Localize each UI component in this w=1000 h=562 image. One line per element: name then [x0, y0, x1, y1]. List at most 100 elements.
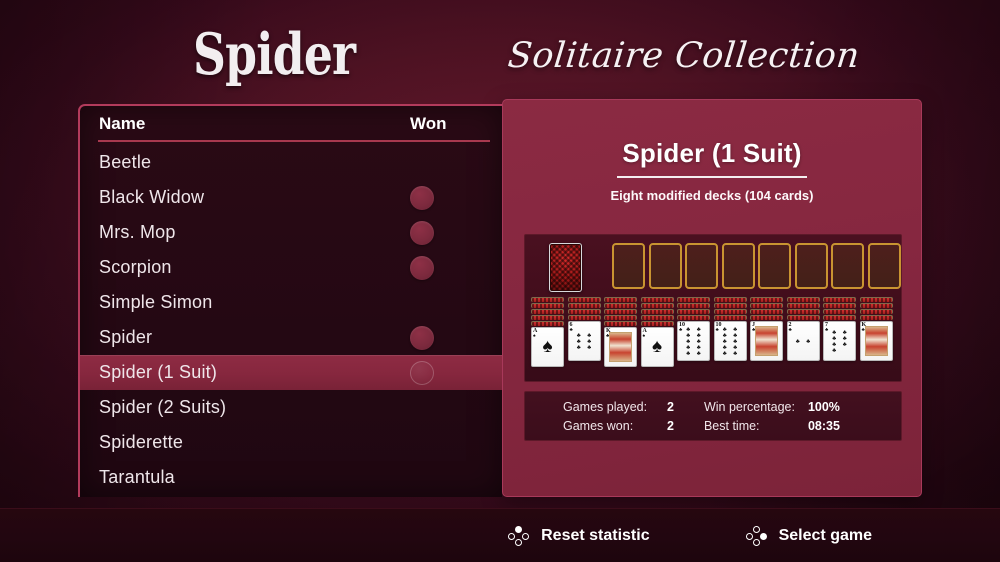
- tableau-column[interactable]: 7 ♣ ♣ ♣ ♣ ♣ ♣ ♣ ♣: [823, 297, 856, 361]
- tableau-column[interactable]: 2 ♣ ♣ ♣: [786, 297, 820, 361]
- face-down-card: [567, 297, 601, 302]
- tableau-column[interactable]: 10 ♣ ♣ ♣ ♣ ♣ ♣ ♣ ♣ ♣ ♣ ♣: [677, 297, 710, 361]
- card-pip: ♠: [542, 336, 553, 358]
- stat-win-percentage-value: 100%: [807, 399, 840, 414]
- foundation-slot[interactable]: [794, 243, 828, 289]
- face-down-card: [713, 297, 747, 302]
- court-card-art: [864, 326, 888, 356]
- statistics-column-right: Win percentage: 100% Best time: 08:35: [704, 400, 840, 433]
- face-up-card[interactable]: K ♣: [859, 321, 893, 361]
- face-up-card[interactable]: 10 ♣ ♣ ♣ ♣ ♣ ♣ ♣ ♣ ♣ ♣ ♣: [713, 321, 747, 361]
- game-list-item-won-cell: [410, 151, 502, 175]
- foundation-slot[interactable]: [721, 243, 755, 289]
- game-list-item-won-cell: [410, 291, 502, 315]
- face-down-card: [677, 309, 710, 314]
- card-pip: ♣: [795, 339, 800, 345]
- game-list-item[interactable]: Black Widow: [80, 180, 502, 215]
- stat-best-time: Best time: 08:35: [704, 419, 840, 433]
- reset-statistic-label: Reset statistic: [541, 526, 650, 544]
- won-indicator-icon: [410, 360, 434, 385]
- stat-games-won-label: Games won:: [563, 418, 634, 433]
- face-down-card: [750, 315, 783, 320]
- game-list-item-won-cell: [410, 360, 502, 385]
- game-list-item[interactable]: Beetle: [80, 145, 502, 180]
- tableau-column[interactable]: K ♣: [604, 297, 637, 367]
- game-list-item[interactable]: Tarantula: [80, 460, 502, 495]
- face-down-card: [567, 303, 601, 308]
- game-list-item-label: Tarantula: [99, 467, 175, 487]
- game-list-item[interactable]: Scorpion: [80, 250, 502, 285]
- won-indicator-icon: [410, 255, 434, 280]
- face-down-card: [859, 303, 893, 308]
- foundation-slot[interactable]: [685, 243, 718, 289]
- card-pip: ♣: [696, 351, 701, 357]
- card-pip-area: ♣ ♣ ♣ ♣ ♣ ♣ ♣ ♣ ♣ ♣: [720, 327, 741, 357]
- foundation-slot[interactable]: [612, 243, 645, 289]
- tableau-column[interactable]: J ♣: [750, 297, 783, 361]
- game-list-item[interactable]: Spider (2 Suits): [80, 390, 502, 425]
- app-header: Spider Solitaire Collection: [0, 0, 1000, 98]
- tableau-column[interactable]: K ♣: [859, 297, 893, 361]
- game-list-item-label: Beetle: [99, 152, 152, 172]
- face-down-card: [567, 315, 601, 320]
- face-up-card[interactable]: 10 ♣ ♣ ♣ ♣ ♣ ♣ ♣ ♣ ♣ ♣ ♣: [677, 321, 710, 361]
- tableau-column[interactable]: A ♠ ♠: [640, 297, 674, 367]
- foundation-slot[interactable]: [831, 243, 864, 289]
- face-down-card: [604, 315, 637, 320]
- game-list-item[interactable]: Simple Simon: [80, 285, 502, 320]
- foundation-slot[interactable]: [867, 243, 901, 289]
- face-down-card: [859, 297, 893, 302]
- card-suit-icon: ♣: [679, 327, 683, 333]
- face-up-card[interactable]: J ♣: [750, 321, 783, 361]
- face-down-card: [640, 309, 674, 314]
- tableau-column[interactable]: 10 ♣ ♣ ♣ ♣ ♣ ♣ ♣ ♣ ♣ ♣ ♣: [713, 297, 747, 361]
- face-down-card: [823, 315, 856, 320]
- card-pip-area: ♣ ♣ ♣ ♣ ♣ ♣: [574, 328, 595, 356]
- court-card-art: [609, 332, 632, 362]
- face-down-card: [640, 315, 674, 320]
- face-down-card: [823, 297, 856, 302]
- game-list-item-won-cell: [410, 255, 502, 280]
- game-list-item-label: Black Widow: [99, 187, 205, 207]
- foundation-slot[interactable]: [648, 243, 682, 289]
- face-down-card: [786, 315, 820, 320]
- won-indicator-icon: [410, 325, 434, 350]
- board-preview: A ♠ ♠ 6 ♣ ♣ ♣ ♣ ♣ ♣ ♣ K ♣ A ♠ ♠ 10 ♣ ♣ ♣ ♣ ♣ ♣ ♣ ♣ ♣ ♣ ♣ 10 ♣ ♣ ♣ ♣ ♣ ♣ ♣ ♣ ♣…: [524, 234, 902, 382]
- face-down-card: [786, 303, 820, 308]
- face-up-card[interactable]: A ♠ ♠: [640, 327, 674, 367]
- face-down-card: [531, 315, 564, 320]
- stat-best-time-value: 08:35: [807, 418, 840, 433]
- game-list-item-label: Spiderette: [99, 432, 184, 452]
- spider-solitaire-app: Spider Solitaire Collection Name Won Bee…: [0, 0, 1000, 562]
- face-down-card: [604, 321, 637, 326]
- face-up-card[interactable]: K ♣: [604, 327, 637, 367]
- card-pip: ♣: [576, 345, 581, 351]
- tableau-column[interactable]: A ♠ ♠: [531, 297, 564, 367]
- game-list-item[interactable]: Spiderette: [80, 425, 502, 460]
- foundation-slot[interactable]: [758, 243, 791, 289]
- game-list-item[interactable]: Spider: [80, 320, 502, 355]
- face-down-card: [677, 315, 710, 320]
- bottom-action-bar: Reset statistic Select game: [0, 508, 1000, 562]
- game-list-item[interactable]: Mrs. Mop: [80, 215, 502, 250]
- face-down-card: [640, 303, 674, 308]
- face-up-card[interactable]: A ♠ ♠: [531, 327, 564, 367]
- face-up-card[interactable]: 2 ♣ ♣ ♣: [786, 321, 820, 361]
- face-up-card[interactable]: 6 ♣ ♣ ♣ ♣ ♣ ♣ ♣: [567, 321, 601, 361]
- tableau-column[interactable]: 6 ♣ ♣ ♣ ♣ ♣ ♣ ♣: [567, 297, 601, 361]
- card-suit-icon: ♣: [825, 327, 829, 333]
- face-down-card: [531, 297, 564, 302]
- face-up-card[interactable]: 7 ♣ ♣ ♣ ♣ ♣ ♣ ♣ ♣: [823, 321, 856, 361]
- game-list-item-label: Spider (1 Suit): [99, 362, 218, 382]
- game-list-item-label: Spider: [99, 327, 153, 347]
- detail-subtitle: Eight modified decks (104 cards): [610, 188, 814, 203]
- select-game-button[interactable]: Select game: [745, 525, 872, 546]
- stat-games-played-label: Games played:: [563, 399, 648, 414]
- gamepad-button-y-icon: [508, 525, 530, 546]
- gamepad-button-b-icon: [745, 525, 768, 546]
- card-pip: ♣: [722, 351, 727, 357]
- stat-win-percentage-label: Win percentage:: [703, 399, 795, 414]
- reset-statistic-button[interactable]: Reset statistic: [508, 525, 650, 546]
- game-list-item[interactable]: Spider (1 Suit): [80, 355, 502, 390]
- game-list-item-label: Spider (2 Suits): [99, 397, 227, 417]
